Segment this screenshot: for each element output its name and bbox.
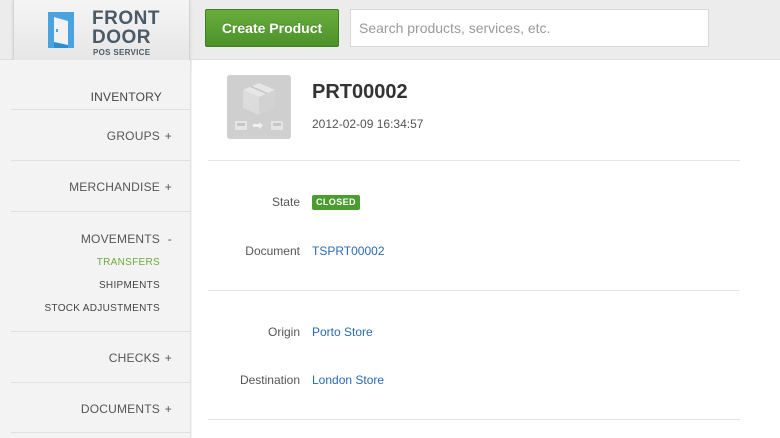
sidebar-item-checks[interactable]: CHECKS +: [109, 351, 172, 365]
destination-link[interactable]: London Store: [312, 373, 384, 387]
sidebar-subitem-shipments[interactable]: SHIPMENTS: [99, 280, 160, 291]
logo-text: FRONT DOOR: [92, 9, 160, 47]
logo-tagline: POS SERVICE: [93, 48, 151, 57]
origin-label: Origin: [267, 325, 300, 339]
divider: [11, 432, 191, 433]
sidebar-subitem-transfers[interactable]: TRANSFERS: [97, 257, 160, 268]
sidebar-item-merchandise[interactable]: MERCHANDISE +: [69, 180, 172, 194]
sidebar-item-label: DOCUMENTS: [80, 402, 160, 416]
sidebar-item-label: MERCHANDISE: [69, 180, 160, 194]
sidebar-item-label: CHECKS: [108, 351, 160, 365]
sidebar-item-movements[interactable]: MOVEMENTS -: [81, 232, 172, 246]
sidebar-item-groups[interactable]: GROUPS +: [107, 129, 172, 143]
divider: [11, 211, 191, 212]
document-label: Document: [245, 244, 300, 258]
sidebar-subitem-stock-adjustments[interactable]: STOCK ADJUSTMENTS: [45, 303, 161, 314]
divider: [11, 331, 191, 332]
collapse-icon: -: [167, 232, 172, 246]
search-input[interactable]: [350, 9, 709, 47]
expand-icon: +: [164, 129, 172, 143]
document-link[interactable]: TSPRT00002: [312, 244, 385, 258]
state-label: State: [271, 195, 300, 209]
sidebar-item-inventory[interactable]: INVENTORY: [91, 90, 162, 104]
door-logo-icon: [48, 12, 74, 48]
divider: [208, 290, 740, 291]
sidebar-item-label: MOVEMENTS: [80, 232, 160, 246]
destination-label: Destination: [239, 373, 300, 387]
page-title: PRT00002: [312, 81, 408, 103]
divider: [11, 160, 191, 161]
expand-icon: +: [164, 180, 172, 194]
logo-line1: FRONT: [92, 8, 160, 29]
divider: [208, 419, 740, 420]
sidebar-item-label: GROUPS: [106, 129, 160, 143]
sidebar-item-documents[interactable]: DOCUMENTS +: [81, 402, 172, 416]
status-badge: CLOSED: [312, 195, 360, 210]
logo-line2: DOOR: [92, 27, 151, 48]
divider: [11, 109, 191, 110]
expand-icon: +: [164, 351, 172, 365]
detail-panel: PRT00002 2012-02-09 16:34:57 State CLOSE…: [192, 60, 780, 438]
timestamp: 2012-02-09 16:34:57: [312, 117, 424, 131]
expand-icon: +: [164, 402, 172, 416]
box-transfer-icon: [235, 83, 283, 130]
sidebar: INVENTORY GROUPS + MERCHANDISE + MOVEMENTS…: [0, 60, 191, 438]
origin-link[interactable]: Porto Store: [312, 325, 373, 339]
divider: [208, 160, 740, 161]
divider: [11, 382, 191, 383]
product-thumbnail: [227, 75, 291, 139]
create-product-button[interactable]: Create Product: [205, 9, 339, 47]
